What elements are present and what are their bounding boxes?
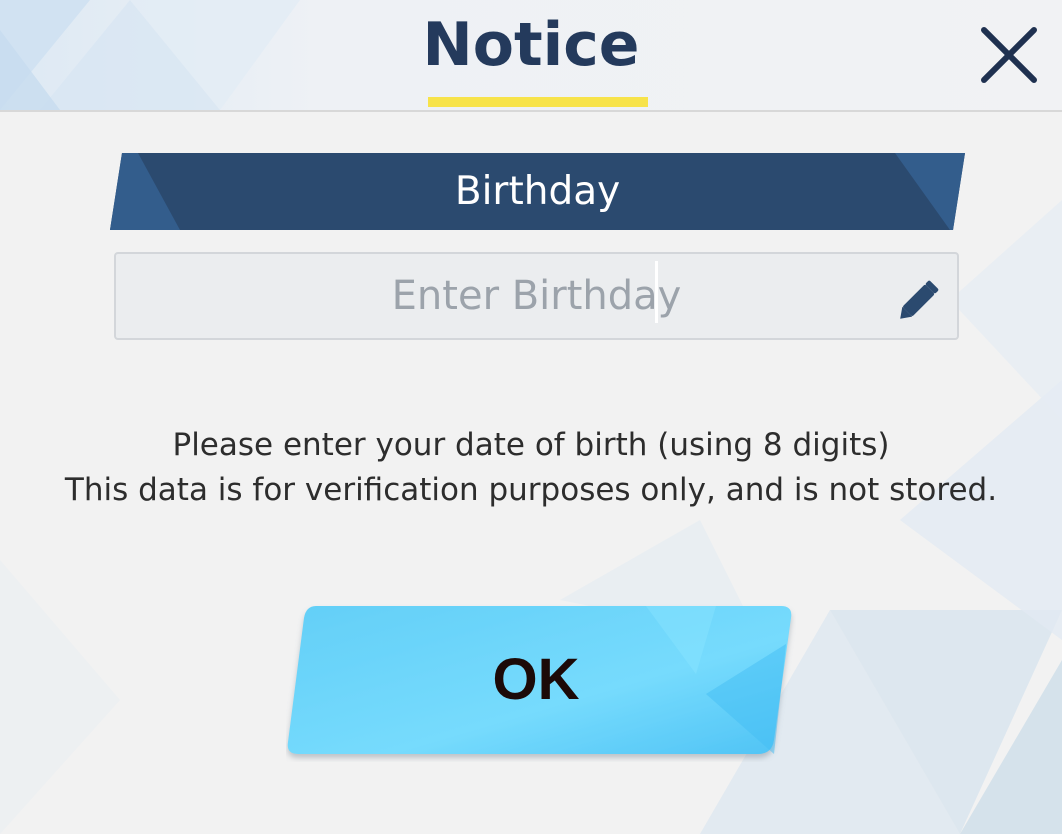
ok-button[interactable]: OK	[286, 604, 796, 762]
instruction-message: Please enter your date of birth (using 8…	[0, 423, 1062, 513]
pencil-icon[interactable]	[896, 276, 944, 322]
title-underline	[428, 97, 648, 107]
field-label-banner: Birthday	[110, 153, 965, 230]
field-label: Birthday	[454, 169, 621, 214]
birthday-input[interactable]: Enter Birthday	[114, 252, 959, 340]
text-caret	[655, 261, 658, 323]
ok-button-label: OK	[492, 646, 580, 712]
birthday-input-placeholder: Enter Birthday	[391, 273, 682, 319]
close-icon	[981, 27, 1037, 83]
close-button[interactable]	[976, 22, 1042, 88]
dialog-header: Notice	[0, 0, 1062, 112]
message-line-1: Please enter your date of birth (using 8…	[172, 427, 890, 463]
message-line-2: This data is for verification purposes o…	[64, 472, 998, 508]
dialog-title: Notice	[422, 10, 640, 80]
notice-dialog: Notice Birthday Enter Birthday Please en…	[0, 0, 1062, 834]
